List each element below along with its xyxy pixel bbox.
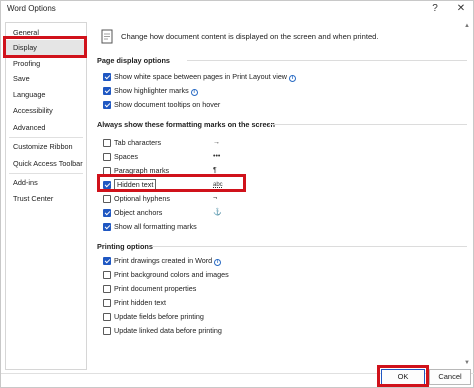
scroll-up-arrow-icon[interactable]: ▲ [463, 22, 471, 30]
checkbox[interactable] [103, 73, 111, 81]
word-options-dialog: Word Options ? ✕ General Display Proofin… [0, 0, 474, 388]
display-highlight-box [3, 36, 87, 58]
option-print-drawings[interactable]: Print drawings created in Word i [103, 256, 323, 267]
close-button[interactable]: ✕ [453, 2, 469, 16]
option-tab-characters[interactable]: Tab characters → [103, 138, 303, 149]
checkbox[interactable] [103, 87, 111, 95]
printing-section-title: Printing options [97, 242, 153, 251]
help-button[interactable]: ? [427, 2, 443, 16]
checkbox[interactable] [103, 153, 111, 161]
checkbox[interactable] [103, 313, 111, 321]
option-update-linked-data[interactable]: Update linked data before printing [103, 326, 323, 337]
option-label: Print background colors and images [114, 270, 229, 279]
sidebar-item-advanced[interactable]: Advanced [6, 120, 86, 135]
sidebar-item-accessibility[interactable]: Accessibility [6, 103, 86, 118]
option-label: Show all formatting marks [114, 222, 197, 231]
checkbox[interactable] [103, 223, 111, 231]
section-divider [269, 124, 467, 125]
option-label: Update fields before printing [114, 312, 204, 321]
sidebar-item-quick-access-toolbar[interactable]: Quick Access Toolbar [6, 156, 86, 171]
option-print-background[interactable]: Print background colors and images [103, 270, 323, 281]
options-sidebar: General Display Proofing Save Language A… [5, 22, 87, 370]
checkbox[interactable] [103, 257, 111, 265]
option-label: Object anchors [114, 208, 163, 217]
checkbox[interactable] [103, 299, 111, 307]
window-title: Word Options [7, 4, 56, 13]
sidebar-divider [9, 173, 83, 174]
sidebar-item-language[interactable]: Language [6, 87, 86, 102]
sidebar-item-add-ins[interactable]: Add-ins [6, 175, 86, 190]
option-spaces[interactable]: Spaces ••• [103, 152, 303, 163]
option-label: Show highlighter marks [114, 86, 189, 95]
option-label: Spaces [114, 152, 138, 161]
option-show-white-space[interactable]: Show white space between pages in Print … [103, 72, 363, 83]
cancel-button[interactable]: Cancel [429, 369, 471, 385]
checkbox[interactable] [103, 285, 111, 293]
hyphen-icon: ¬ [213, 195, 218, 202]
option-show-document-tooltips[interactable]: Show document tooltips on hover [103, 100, 323, 111]
checkbox[interactable] [103, 209, 111, 217]
option-update-fields[interactable]: Update fields before printing [103, 312, 323, 323]
option-label: Show white space between pages in Print … [114, 72, 288, 81]
option-show-highlighter-marks[interactable]: Show highlighter marks i [103, 86, 323, 97]
option-show-all-formatting-marks[interactable]: Show all formatting marks [103, 222, 303, 233]
option-optional-hyphens[interactable]: Optional hyphens ¬ [103, 194, 303, 205]
sidebar-item-customize-ribbon[interactable]: Customize Ribbon [6, 139, 86, 154]
checkbox[interactable] [103, 195, 111, 203]
panel-description: Change how document content is displayed… [121, 32, 379, 41]
sidebar-item-proofing[interactable]: Proofing [6, 56, 86, 71]
option-label: Print hidden text [114, 298, 166, 307]
anchor-icon: ⚓ [213, 209, 222, 216]
section-divider [153, 246, 467, 247]
title-bar: Word Options ? ✕ [1, 1, 473, 18]
option-label: Optional hyphens [114, 194, 170, 203]
option-label: Update linked data before printing [114, 326, 222, 335]
sidebar-divider [9, 137, 83, 138]
option-label: Print document properties [114, 284, 197, 293]
display-options-panel: Change how document content is displayed… [91, 22, 471, 370]
sidebar-item-trust-center[interactable]: Trust Center [6, 191, 86, 206]
option-label: Print drawings created in Word [114, 256, 213, 265]
info-icon: i [289, 75, 297, 82]
info-icon: i [190, 89, 198, 96]
option-label: Tab characters [114, 138, 162, 147]
checkbox[interactable] [103, 101, 111, 109]
display-document-icon [101, 29, 113, 44]
checkbox[interactable] [103, 271, 111, 279]
tab-arrow-icon: → [213, 139, 220, 146]
option-label: Show document tooltips on hover [114, 100, 221, 109]
option-print-hidden-text[interactable]: Print hidden text [103, 298, 323, 309]
space-dots-icon: ••• [213, 153, 221, 160]
section-divider [187, 60, 467, 61]
option-print-document-properties[interactable]: Print document properties [103, 284, 323, 295]
page-display-section-title: Page display options [97, 56, 170, 65]
checkbox[interactable] [103, 139, 111, 147]
sidebar-item-save[interactable]: Save [6, 71, 86, 86]
checkbox[interactable] [103, 327, 111, 335]
ok-highlight-box [377, 365, 429, 387]
info-icon: i [214, 259, 222, 266]
option-object-anchors[interactable]: Object anchors ⚓ [103, 208, 303, 219]
scroll-down-arrow-icon[interactable]: ▼ [463, 359, 471, 367]
hidden-text-highlight-box [97, 174, 246, 192]
formatting-marks-section-title: Always show these formatting marks on th… [97, 120, 276, 129]
